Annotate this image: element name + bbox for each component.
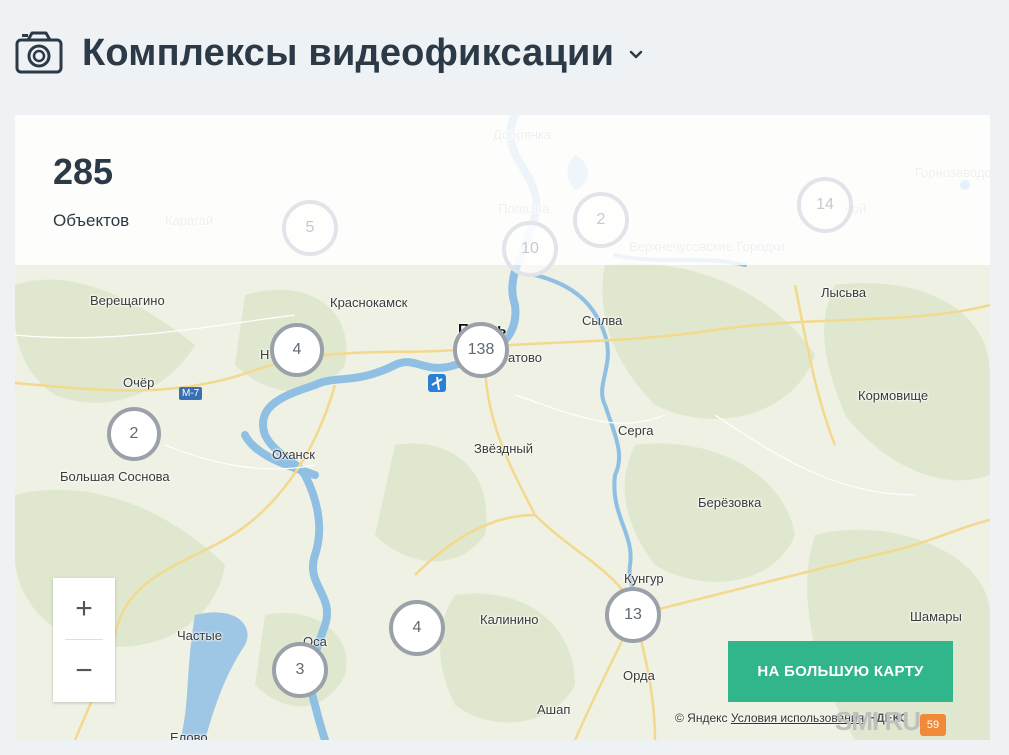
place-label: Очёр [123,375,155,390]
place-label: Сылва [582,313,623,328]
place-label: Лысьва [821,285,867,300]
map-cluster-marker[interactable]: 4 [270,323,324,377]
place-label: Шамары [910,609,962,624]
map-cluster-marker[interactable]: 4 [389,600,445,656]
objects-count-label: Объектов [53,211,130,230]
map-cluster-marker[interactable]: 13 [605,587,661,643]
zoom-control: + − [53,578,115,702]
place-label: Краснокамск [330,295,408,310]
map-cluster-marker[interactable]: 10 [502,221,558,277]
zoom-out-button[interactable]: − [53,640,115,702]
chevron-down-icon[interactable] [628,46,644,62]
objects-count: 285 [53,151,114,192]
place-label: атово [508,350,542,365]
zoom-in-button[interactable]: + [53,578,115,640]
watermark-logo: SMI RU [835,706,921,736]
camera-icon [15,31,63,74]
map-cluster-marker[interactable]: 3 [272,642,328,698]
copyright-text: © Яндекс [675,711,728,725]
map-widget[interactable]: ДобрянкаГорнозаводскПолазнаКарагайВерхне… [15,115,990,740]
place-label: Серга [618,423,654,438]
place-label: Берёзовка [698,495,762,510]
place-label: Частые [177,628,222,643]
page-title: Комплексы видеофиксации [82,31,615,74]
page-header: Комплексы видеофиксации [14,26,644,80]
place-label: Орда [623,668,655,683]
place-label: Н [260,347,270,362]
place-label: Большая Соснова [60,469,170,484]
place-label: Оханск [272,447,315,462]
big-map-button[interactable]: НА БОЛЬШУЮ КАРТУ [728,641,953,702]
place-label: Кормовище [858,388,929,403]
place-label: Кунгур [624,571,664,586]
place-label: Ашап [537,702,571,717]
watermark-badge: 59 [920,714,946,736]
map-cluster-marker[interactable]: 2 [107,407,161,461]
map-cluster-marker[interactable]: 14 [797,177,853,233]
place-label: М-7 [179,387,203,400]
place-label: Елово [170,730,208,740]
place-label: Звёздный [474,441,534,456]
place-label: Верещагино [90,293,165,308]
map-cluster-marker[interactable]: 138 [453,322,509,378]
map-cluster-marker[interactable]: 5 [282,200,338,256]
place-label: Калинино [480,612,539,627]
map-cluster-marker[interactable]: 2 [573,192,629,248]
